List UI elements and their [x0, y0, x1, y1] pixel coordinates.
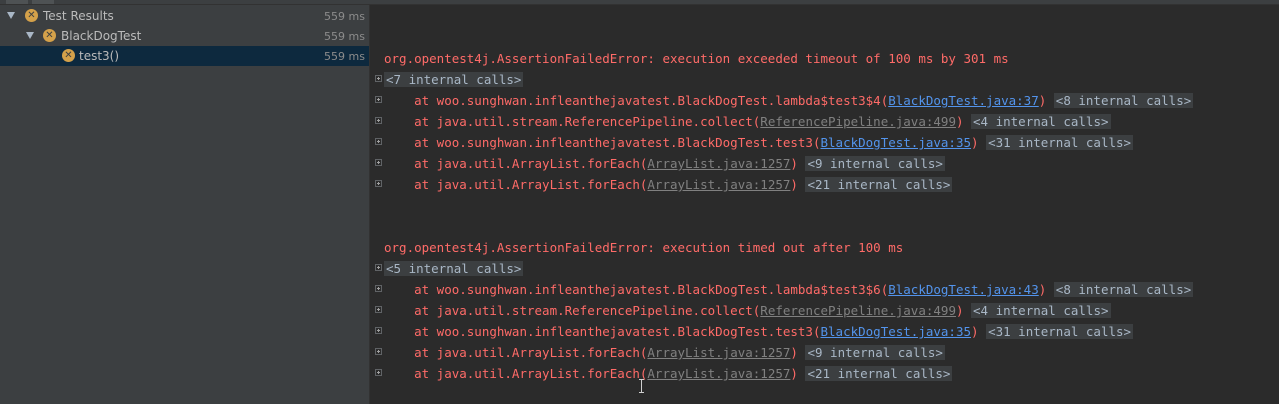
- expand-arrow-icon[interactable]: [7, 12, 15, 19]
- expand-icon[interactable]: [375, 306, 382, 313]
- internal-calls-label[interactable]: <4 internal calls>: [971, 114, 1111, 129]
- expand-icon[interactable]: [375, 264, 382, 271]
- expand-icon[interactable]: [375, 159, 382, 166]
- source-link[interactable]: BlackDogTest.java:35: [821, 324, 972, 339]
- internal-calls-label[interactable]: <31 internal calls>: [986, 135, 1134, 150]
- stack-frame-text: ): [955, 114, 964, 129]
- line-text: at java.util.ArrayList.forEach(ArrayList…: [384, 342, 945, 363]
- line-text: org.opentest4j.AssertionFailedError: exe…: [384, 237, 903, 258]
- line-text: at java.util.ArrayList.forEach(ArrayList…: [384, 174, 953, 195]
- source-link[interactable]: BlackDogTest.java:35: [821, 135, 972, 150]
- expand-icon[interactable]: [375, 180, 382, 187]
- stack-frame-text: ): [790, 177, 798, 192]
- stack-frame-text: at woo.sunghwan.infleanthejavatest.Black…: [384, 324, 821, 339]
- stack-frame-text: at java.util.ArrayList.forEach(: [384, 156, 648, 171]
- internal-calls-label[interactable]: <9 internal calls>: [805, 345, 945, 360]
- expand-arrow-icon[interactable]: [26, 32, 34, 39]
- source-link[interactable]: ReferencePipeline.java:499: [760, 303, 956, 318]
- expand-icon[interactable]: [375, 117, 382, 124]
- stack-frame-text: at woo.sunghwan.infleanthejavatest.Black…: [384, 282, 889, 297]
- line-text: at java.util.stream.ReferencePipeline.co…: [384, 300, 1111, 321]
- tree-item-blackdogtest[interactable]: ✕ BlackDogTest 559 ms: [0, 26, 369, 46]
- tree-item-label: test3(): [79, 49, 120, 63]
- line-text: at woo.sunghwan.infleanthejavatest.Black…: [384, 279, 1194, 300]
- exception-message: org.opentest4j.AssertionFailedError: exe…: [384, 240, 904, 255]
- source-link[interactable]: ArrayList.java:1257: [647, 156, 790, 171]
- internal-calls-label[interactable]: <21 internal calls>: [805, 177, 953, 192]
- stack-frame-text: ): [1038, 93, 1047, 108]
- line-text: <5 internal calls>: [384, 258, 524, 279]
- stack-frame-text: ): [971, 324, 979, 339]
- expand-icon[interactable]: [375, 96, 382, 103]
- line-text: at java.util.stream.ReferencePipeline.co…: [384, 111, 1111, 132]
- tree-item-duration: 559 ms: [324, 30, 365, 43]
- stack-frame-text: at java.util.ArrayList.forEach(: [384, 366, 648, 381]
- expand-icon[interactable]: [375, 75, 382, 82]
- line-text: <7 internal calls>: [384, 69, 524, 90]
- stack-frame-text: at java.util.stream.ReferencePipeline.co…: [384, 114, 761, 129]
- internal-calls-label[interactable]: <5 internal calls>: [384, 261, 524, 276]
- exception-message: org.opentest4j.AssertionFailedError: exe…: [384, 51, 1009, 66]
- tree-item-test3[interactable]: ✕ test3() 559 ms: [0, 46, 369, 66]
- source-link[interactable]: ReferencePipeline.java:499: [760, 114, 956, 129]
- tree-item-duration: 559 ms: [324, 50, 365, 63]
- tree-item-label: Test Results: [43, 9, 114, 23]
- internal-calls-label[interactable]: <7 internal calls>: [384, 72, 524, 87]
- source-link[interactable]: ArrayList.java:1257: [647, 177, 790, 192]
- tree-item-test-results[interactable]: ✕ Test Results 559 ms: [0, 6, 369, 26]
- stack-frame-text: ): [790, 156, 798, 171]
- internal-calls-label[interactable]: <9 internal calls>: [805, 156, 945, 171]
- line-text: at woo.sunghwan.infleanthejavatest.Black…: [384, 90, 1194, 111]
- text-cursor-icon: [638, 379, 646, 393]
- stack-frame-text: at java.util.stream.ReferencePipeline.co…: [384, 303, 761, 318]
- line-text: at java.util.ArrayList.forEach(ArrayList…: [384, 363, 953, 384]
- line-text: at java.util.ArrayList.forEach(ArrayList…: [384, 153, 945, 174]
- line-text: org.opentest4j.AssertionFailedError: exe…: [384, 48, 1009, 69]
- internal-calls-label[interactable]: <21 internal calls>: [805, 366, 953, 381]
- expand-icon[interactable]: [375, 327, 382, 334]
- failed-test-icon: ✕: [62, 49, 75, 62]
- expand-icon[interactable]: [375, 348, 382, 355]
- toolbar-button[interactable]: [6, 0, 28, 4]
- source-link[interactable]: BlackDogTest.java:43: [888, 282, 1039, 297]
- stack-frame-text: ): [790, 345, 798, 360]
- stack-frame-text: ): [1038, 282, 1047, 297]
- source-link[interactable]: ArrayList.java:1257: [647, 366, 790, 381]
- toolbar-button[interactable]: [32, 0, 54, 4]
- expand-icon[interactable]: [375, 369, 382, 376]
- console-output[interactable]: org.opentest4j.AssertionFailedError: exe…: [371, 5, 1279, 404]
- stack-frame-text: ): [955, 303, 964, 318]
- tree-item-duration: 559 ms: [324, 10, 365, 23]
- stack-frame-text: at woo.sunghwan.infleanthejavatest.Black…: [384, 135, 821, 150]
- failed-test-icon: ✕: [43, 29, 56, 42]
- stack-frame-text: at java.util.ArrayList.forEach(: [384, 345, 648, 360]
- expand-icon[interactable]: [375, 138, 382, 145]
- internal-calls-label[interactable]: <4 internal calls>: [971, 303, 1111, 318]
- stack-frame-text: ): [790, 366, 798, 381]
- source-link[interactable]: ArrayList.java:1257: [647, 345, 790, 360]
- internal-calls-label[interactable]: <8 internal calls>: [1053, 282, 1194, 297]
- test-tree-panel: ✕ Test Results 559 ms ✕ BlackDogTest 559…: [0, 5, 370, 404]
- expand-icon[interactable]: [375, 285, 382, 292]
- stack-frame-text: at woo.sunghwan.infleanthejavatest.Black…: [384, 93, 889, 108]
- source-link[interactable]: BlackDogTest.java:37: [888, 93, 1039, 108]
- line-text: at woo.sunghwan.infleanthejavatest.Black…: [384, 321, 1134, 342]
- internal-calls-label[interactable]: <31 internal calls>: [986, 324, 1134, 339]
- internal-calls-label[interactable]: <8 internal calls>: [1053, 93, 1194, 108]
- stack-frame-text: at java.util.ArrayList.forEach(: [384, 177, 648, 192]
- failed-test-icon: ✕: [25, 9, 38, 22]
- line-text: at woo.sunghwan.infleanthejavatest.Black…: [384, 132, 1134, 153]
- stack-frame-text: ): [971, 135, 979, 150]
- tree-item-label: BlackDogTest: [61, 29, 142, 43]
